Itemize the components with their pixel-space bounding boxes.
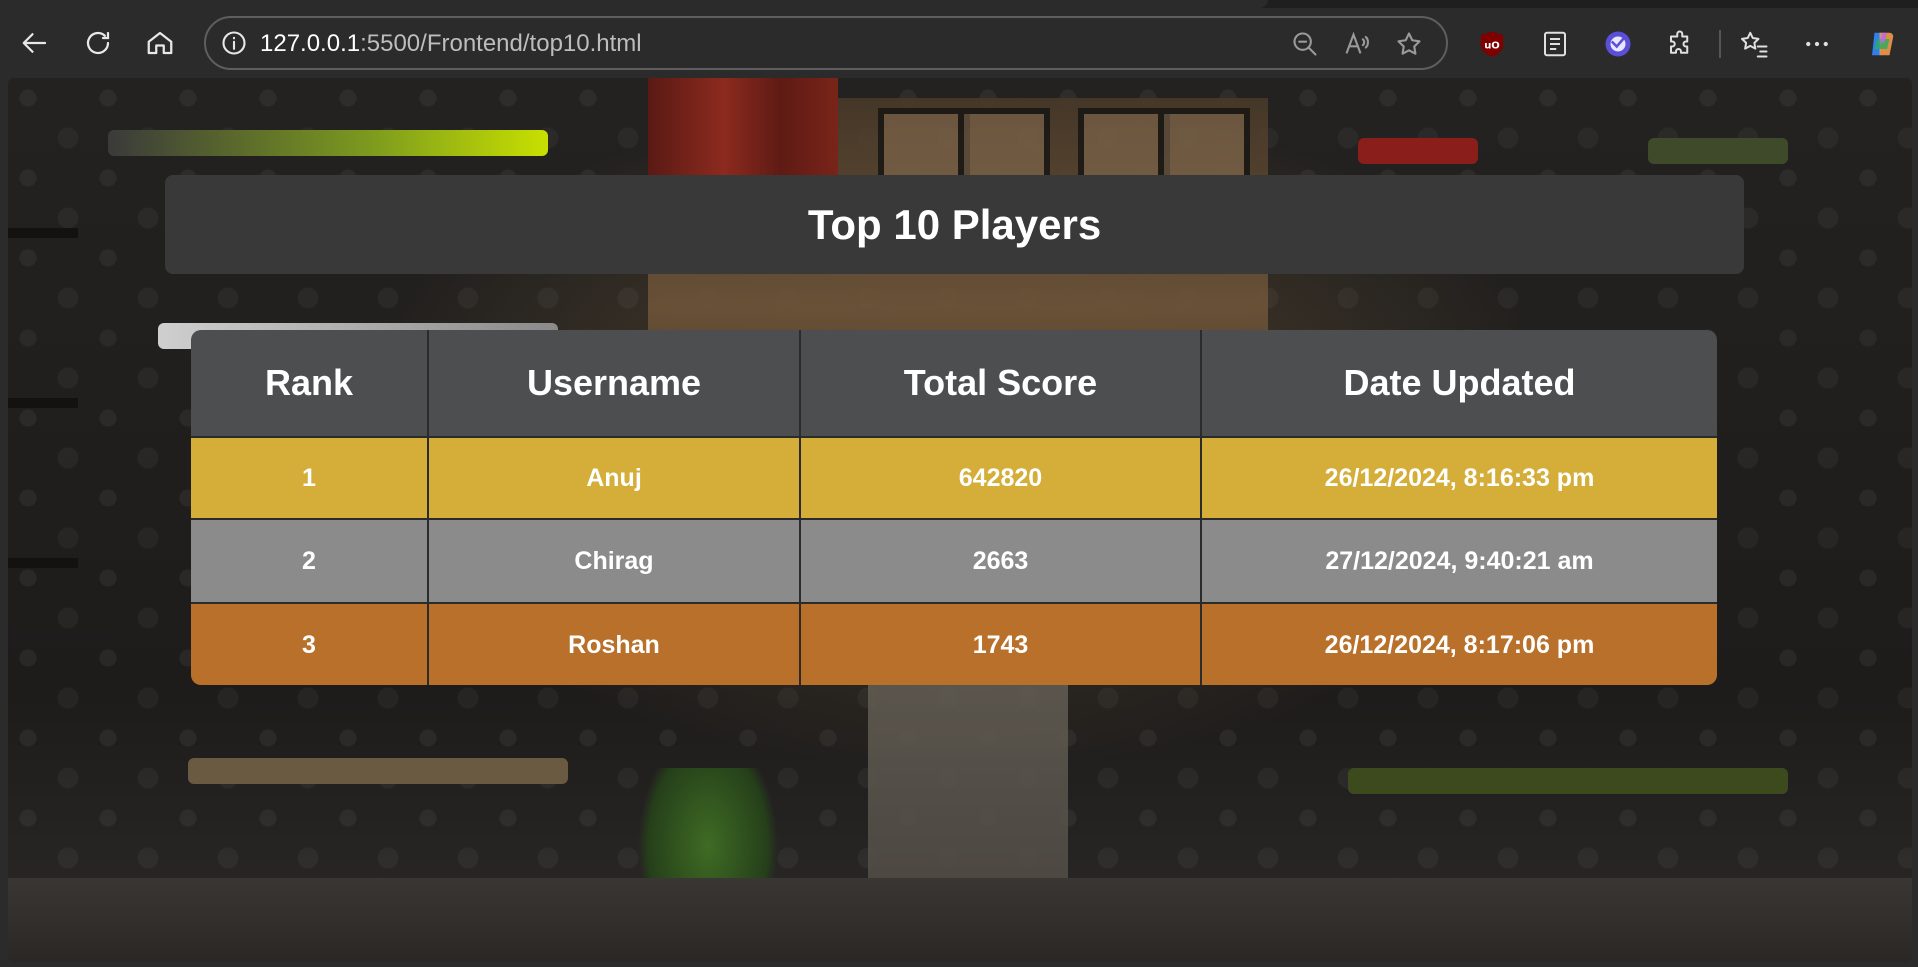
column-header-date-updated: Date Updated: [1201, 330, 1717, 438]
cell-username: Anuj: [428, 437, 801, 520]
background-rifle: [188, 758, 568, 784]
cell-rank: 2: [191, 519, 429, 604]
refresh-button[interactable]: [75, 20, 121, 66]
favorites-button[interactable]: [1734, 24, 1774, 64]
copilot-button[interactable]: [1862, 24, 1902, 64]
url-text[interactable]: 127.0.0.1:5500/Frontend/top10.html: [260, 30, 642, 58]
leaderboard-table-container: Rank Username Total Score Date Updated 1…: [191, 330, 1717, 685]
reading-view-button[interactable]: [1535, 24, 1575, 64]
refresh-icon: [86, 31, 110, 55]
svg-text:uO: uO: [1484, 40, 1500, 51]
background-smg: [1648, 138, 1788, 164]
read-aloud-button[interactable]: [1342, 29, 1372, 59]
zoom-out-button[interactable]: [1290, 29, 1320, 59]
home-button[interactable]: [137, 20, 183, 66]
reading-view-icon: [1544, 31, 1566, 57]
cell-username: Chirag: [428, 519, 801, 604]
favorites-icon: [1741, 31, 1768, 58]
background-smg: [1358, 138, 1478, 164]
favorite-star-icon: [1397, 32, 1421, 55]
cell-date: 26/12/2024, 8:17:06 pm: [1201, 603, 1717, 685]
cell-rank: 3: [191, 603, 429, 685]
browser-toolbar: 127.0.0.1:5500/Frontend/top10.html uO: [0, 0, 1918, 78]
url-host: 127.0.0.1: [260, 30, 361, 57]
extensions-button[interactable]: [1661, 24, 1701, 64]
active-tab-shade: [0, 0, 1268, 8]
toolbar-separator: [1719, 30, 1721, 58]
profile-extension-icon: [1605, 31, 1631, 57]
table-row: 1 Anuj 642820 26/12/2024, 8:16:33 pm: [191, 437, 1717, 520]
address-bar[interactable]: 127.0.0.1:5500/Frontend/top10.html: [204, 16, 1448, 70]
zoom-out-icon: [1293, 32, 1317, 56]
background-shelf: [8, 228, 78, 238]
ublock-icon: uO: [1480, 31, 1504, 57]
leaderboard-table: Rank Username Total Score Date Updated 1…: [191, 330, 1717, 685]
table-row: 2 Chirag 2663 27/12/2024, 9:40:21 am: [191, 519, 1717, 604]
cell-score: 642820: [800, 437, 1202, 520]
table-header-row: Rank Username Total Score Date Updated: [191, 330, 1717, 438]
site-info-icon[interactable]: [220, 29, 248, 57]
cell-score: 1743: [800, 603, 1202, 685]
background-shelf: [8, 398, 78, 408]
background-rifle: [108, 130, 548, 156]
more-options-button[interactable]: [1797, 24, 1837, 64]
back-button[interactable]: [12, 20, 58, 66]
background-machinegun: [1348, 768, 1788, 794]
column-header-username: Username: [428, 330, 801, 438]
profile-extension-button[interactable]: [1598, 24, 1638, 64]
column-header-total-score: Total Score: [800, 330, 1202, 438]
cell-username: Roshan: [428, 603, 801, 685]
cell-date: 26/12/2024, 8:16:33 pm: [1201, 437, 1717, 520]
background-shelf: [8, 558, 78, 568]
page-title: Top 10 Players: [807, 200, 1102, 248]
url-path: :5500/Frontend/top10.html: [360, 30, 642, 57]
background-floor: [8, 878, 1912, 962]
page-title-box: Top 10 Players: [165, 175, 1744, 274]
home-icon: [147, 31, 173, 55]
cell-date: 27/12/2024, 9:40:21 am: [1201, 519, 1717, 604]
tab-strip: [0, 0, 1918, 8]
back-icon: [22, 33, 47, 53]
table-row: 3 Roshan 1743 26/12/2024, 8:17:06 pm: [191, 603, 1717, 685]
read-aloud-icon: [1345, 31, 1369, 54]
more-options-icon: [1806, 41, 1828, 47]
copilot-icon: [1872, 32, 1894, 56]
column-header-rank: Rank: [191, 330, 429, 438]
ublock-extension-button[interactable]: uO: [1472, 24, 1512, 64]
cell-score: 2663: [800, 519, 1202, 604]
extensions-puzzle-icon: [1670, 30, 1689, 54]
favorite-button[interactable]: [1394, 29, 1424, 59]
cell-rank: 1: [191, 437, 429, 520]
